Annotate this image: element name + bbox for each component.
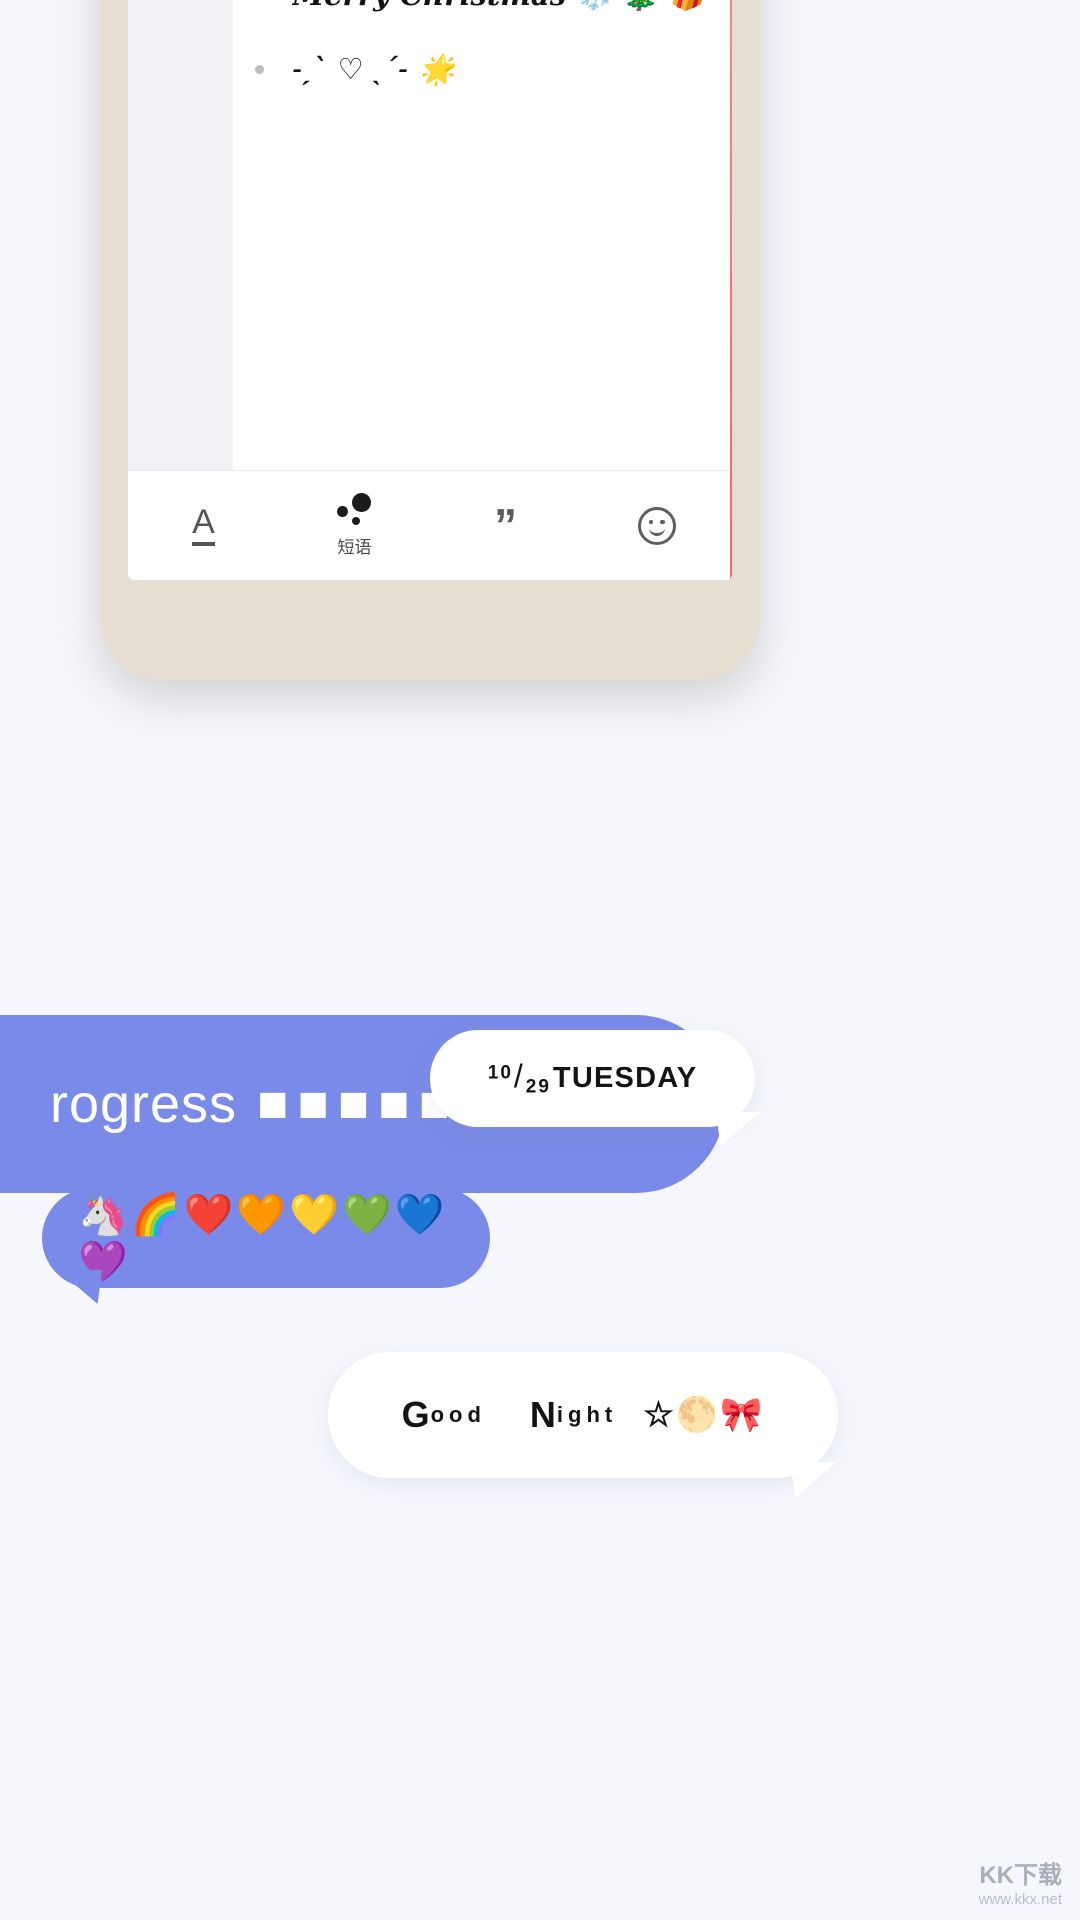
progress-label: rogress — [50, 1074, 238, 1134]
watermark: KK下载 www.kkx.net — [979, 1861, 1062, 1910]
goodnight-ood: ood — [430, 1402, 486, 1427]
tab-phrases-label: 短语 — [337, 538, 372, 557]
phone-mockup: Emoji 蝴蝶结 台词 ❄️ Happy New Year 🌿 Happy N… — [100, 0, 760, 680]
list-item-partial[interactable]: ˗ˏˋ ♡ ˎˊ˗ 🌟 — [233, 32, 732, 106]
goodnight-n: N — [529, 1394, 557, 1435]
tab-phrases[interactable]: 短语 — [279, 471, 430, 580]
goodnight-bubble: Good Night ☆🌕🎀 — [328, 1352, 838, 1478]
watermark-main: KK下载 — [979, 1862, 1062, 1890]
date-slash: / — [513, 1058, 525, 1095]
keyboard-toolbar[interactable]: A 短语 ” — [128, 470, 732, 580]
date-bubble: 10/29 TUESDAY — [430, 1030, 755, 1127]
date-month: 10 — [487, 1062, 513, 1084]
goodnight-g: G — [401, 1394, 431, 1435]
emoji-bubble-tail — [58, 1270, 102, 1304]
tab-font[interactable]: A — [128, 471, 279, 580]
goodnight-ight: ight — [556, 1402, 618, 1427]
emoji-bubble-text: 🦄🌈❤️🧡💛💚💙💜 — [78, 1193, 448, 1284]
tab-quotes[interactable]: ” — [430, 471, 581, 580]
font-icon: A — [192, 505, 215, 546]
watermark-sub: www.kkx.net — [978, 1891, 1062, 1909]
phone-screen: Emoji 蝴蝶结 台词 ❄️ Happy New Year 🌿 Happy N… — [128, 0, 732, 580]
date-fraction: 10/29 — [488, 1058, 551, 1098]
phrase-text: ˗ˏˋ ♡ ˎˊ˗ 🌟 — [292, 51, 456, 86]
date-day: 29 — [525, 1076, 551, 1098]
quote-icon: ” — [494, 498, 517, 551]
dots-icon — [336, 493, 374, 527]
emoji-bubble: 🦄🌈❤️🧡💛💚💙💜 — [42, 1188, 490, 1288]
phrase-text: Merry Christmas ❄️ 🎄 🎁 — [292, 0, 705, 13]
date-weekday: TUESDAY — [552, 1062, 698, 1094]
phrase-list[interactable]: ❄️ Happy New Year 🌿 Happy New Year ☺ HAP… — [233, 0, 732, 470]
tab-emoji[interactable] — [581, 471, 732, 580]
screen-accent-edge — [730, 0, 732, 580]
date-bubble-tail — [716, 1112, 760, 1146]
goodnight-emoji: ☆🌕🎀 — [643, 1396, 765, 1434]
keyboard-phrase-panel: Emoji 蝴蝶结 台词 ❄️ Happy New Year 🌿 Happy N… — [128, 0, 732, 470]
phrase-category-sidebar[interactable]: Emoji 蝴蝶结 台词 — [128, 0, 233, 470]
smile-icon — [637, 506, 676, 545]
goodnight-bubble-tail — [790, 1462, 836, 1498]
bullet-icon — [255, 64, 264, 74]
list-item[interactable]: Merry Christmas ❄️ 🎄 🎁 — [233, 0, 732, 32]
